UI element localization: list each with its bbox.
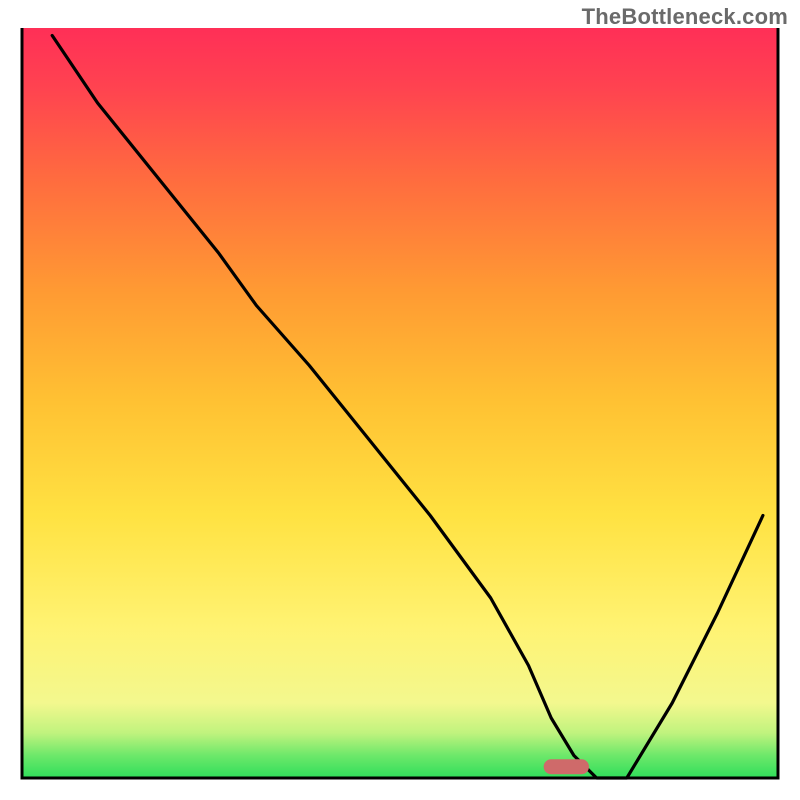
target-marker xyxy=(544,759,589,774)
watermark-text: TheBottleneck.com xyxy=(582,4,788,30)
chart-stage: TheBottleneck.com xyxy=(0,0,800,800)
bottleneck-chart xyxy=(0,0,800,800)
plot-background xyxy=(22,28,778,778)
